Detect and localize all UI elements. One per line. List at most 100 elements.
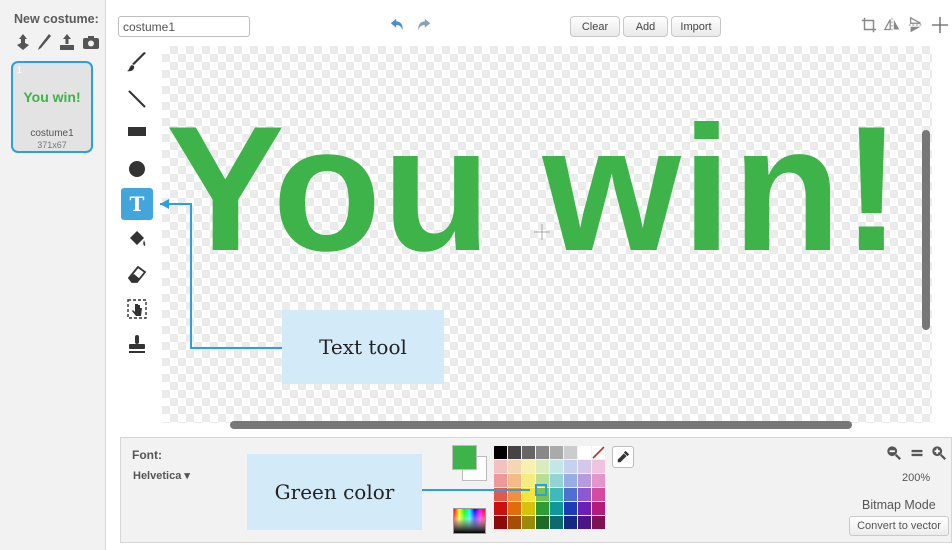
palette-color-swatch[interactable]: [578, 446, 591, 459]
palette-color-swatch[interactable]: [508, 474, 521, 487]
set-center-icon[interactable]: [929, 14, 951, 36]
palette-color-swatch[interactable]: [508, 516, 521, 529]
clear-button[interactable]: Clear: [570, 16, 620, 37]
palette-color-swatch[interactable]: [592, 516, 605, 529]
palette-color-swatch[interactable]: [494, 446, 507, 459]
palette-color-swatch[interactable]: [592, 474, 605, 487]
palette-color-swatch[interactable]: [564, 446, 577, 459]
palette-color-swatch[interactable]: [564, 502, 577, 515]
palette-color-swatch[interactable]: [522, 516, 535, 529]
text-tool[interactable]: T: [121, 188, 153, 220]
palette-color-swatch[interactable]: [508, 446, 521, 459]
primary-color-swatch[interactable]: [452, 445, 477, 470]
costume-panel: New costume: 1 You win! costume1 371x67: [0, 0, 106, 550]
palette-color-swatch[interactable]: [578, 516, 591, 529]
camera-icon[interactable]: [82, 33, 100, 51]
palette-color-swatch[interactable]: [550, 502, 563, 515]
palette-color-swatch[interactable]: [536, 516, 549, 529]
palette-color-swatch[interactable]: [494, 502, 507, 515]
palette-color-swatch[interactable]: [564, 516, 577, 529]
green-color-callout: Green color: [247, 454, 422, 530]
rectangle-icon: [128, 127, 146, 136]
palette-color-swatch[interactable]: [550, 488, 563, 501]
palette-color-swatch[interactable]: [522, 446, 535, 459]
palette-color-swatch[interactable]: [536, 502, 549, 515]
transparent-color-swatch[interactable]: [592, 446, 605, 459]
palette-color-swatch[interactable]: [550, 446, 563, 459]
zoom-reset-icon[interactable]: [908, 444, 926, 462]
palette-color-swatch[interactable]: [536, 460, 549, 473]
costume-name: costume1: [30, 128, 74, 139]
crop-icon[interactable]: [858, 14, 880, 36]
eyedropper-icon[interactable]: [612, 446, 634, 468]
ellipse-icon: [129, 161, 145, 177]
palette-color-swatch[interactable]: [494, 488, 507, 501]
palette-color-swatch[interactable]: [578, 502, 591, 515]
costume-name-input[interactable]: [118, 16, 250, 37]
upload-icon[interactable]: [58, 33, 76, 51]
fill-tool[interactable]: [121, 224, 153, 256]
palette-color-swatch[interactable]: [494, 516, 507, 529]
palette-color-swatch[interactable]: [522, 460, 535, 473]
zoom-out-icon[interactable]: [885, 444, 903, 462]
palette-color-swatch[interactable]: [494, 460, 507, 473]
import-button[interactable]: Import: [671, 16, 721, 37]
selected-palette-color: [535, 484, 547, 496]
brush-tool[interactable]: [121, 46, 153, 78]
zoom-level: 200%: [902, 472, 931, 484]
palette-color-swatch[interactable]: [550, 516, 563, 529]
palette-color-swatch[interactable]: [578, 488, 591, 501]
paint-bucket-icon: [130, 231, 146, 246]
bitmap-mode-label: Bitmap Mode: [862, 498, 936, 512]
palette-color-swatch[interactable]: [550, 474, 563, 487]
horizontal-scrollbar-thumb[interactable]: [230, 421, 852, 429]
paint-canvas[interactable]: You win!: [162, 46, 932, 423]
flip-horizontal-icon[interactable]: [881, 14, 903, 36]
convert-to-vector-button[interactable]: Convert to vector: [849, 516, 949, 536]
palette-color-swatch[interactable]: [592, 460, 605, 473]
vertical-scrollbar-thumb[interactable]: [922, 130, 930, 330]
zoom-in-icon[interactable]: [930, 444, 948, 462]
palette-color-swatch[interactable]: [508, 460, 521, 473]
line-tool[interactable]: [121, 83, 153, 115]
stamp-icon: [129, 335, 145, 353]
eraser-tool[interactable]: [121, 258, 153, 290]
palette-color-swatch[interactable]: [550, 460, 563, 473]
palette-color-swatch[interactable]: [522, 502, 535, 515]
palette-color-swatch[interactable]: [494, 474, 507, 487]
palette-color-swatch[interactable]: [522, 474, 535, 487]
palette-color-swatch[interactable]: [536, 446, 549, 459]
text-t-icon: T: [129, 192, 145, 216]
palette-color-swatch[interactable]: [508, 488, 521, 501]
add-button[interactable]: Add: [623, 16, 668, 37]
eraser-icon: [127, 265, 147, 283]
redo-icon[interactable]: [413, 15, 433, 35]
center-crosshair-icon: [534, 224, 550, 240]
color-palette: [494, 446, 605, 529]
palette-color-swatch[interactable]: [564, 474, 577, 487]
costume-index: 1: [17, 65, 23, 75]
color-picker-gradient[interactable]: [453, 508, 486, 534]
stamp-tool[interactable]: [121, 328, 153, 360]
palette-color-swatch[interactable]: [578, 460, 591, 473]
select-tool[interactable]: [121, 293, 153, 325]
palette-color-swatch[interactable]: [508, 502, 521, 515]
palette-color-swatch[interactable]: [522, 488, 535, 501]
palette-color-swatch[interactable]: [592, 502, 605, 515]
font-select[interactable]: Helvetica ▾: [133, 469, 190, 482]
brush-icon: [127, 52, 146, 72]
palette-color-swatch[interactable]: [578, 474, 591, 487]
paint-brush-icon[interactable]: [35, 33, 53, 51]
new-costume-label: New costume:: [14, 12, 99, 26]
rectangle-tool[interactable]: [121, 115, 153, 147]
costume-list-item[interactable]: 1 You win! costume1 371x67: [11, 61, 93, 153]
palette-color-swatch[interactable]: [592, 488, 605, 501]
flip-vertical-icon[interactable]: [905, 14, 927, 36]
undo-icon[interactable]: [388, 15, 408, 35]
paint-from-library-icon[interactable]: [14, 33, 32, 51]
palette-color-swatch[interactable]: [564, 488, 577, 501]
line-icon: [128, 90, 146, 108]
ellipse-tool[interactable]: [121, 153, 153, 185]
text-tool-callout: Text tool: [282, 310, 444, 384]
palette-color-swatch[interactable]: [564, 460, 577, 473]
